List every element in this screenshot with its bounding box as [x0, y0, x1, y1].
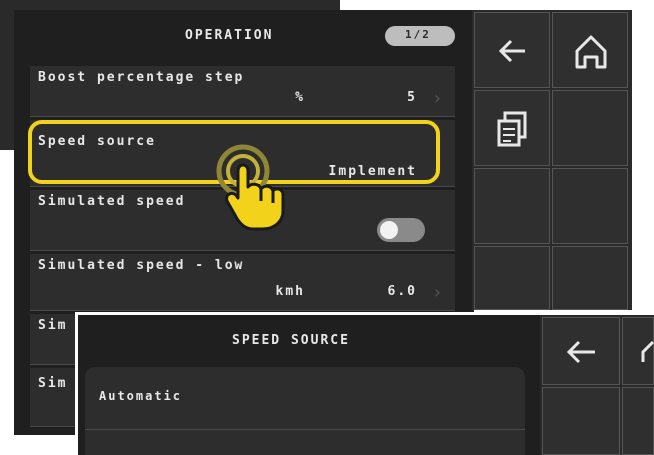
- front-back-button[interactable]: [542, 317, 620, 385]
- nav-empty-3[interactable]: [552, 168, 628, 244]
- background-screen-left: [0, 0, 14, 150]
- simulated-speed-toggle[interactable]: [377, 218, 425, 242]
- back-button[interactable]: [474, 12, 550, 88]
- nav-empty-2[interactable]: [474, 168, 550, 244]
- nav-empty-5[interactable]: [552, 246, 628, 310]
- arrow-left-icon: [498, 39, 525, 63]
- nav-empty-1[interactable]: [552, 90, 628, 166]
- page-badge: 1/2: [385, 26, 455, 46]
- nav-empty-4[interactable]: [474, 246, 550, 310]
- row-simulated-speed-low[interactable]: Simulated speed - low kmh 6.0 ›: [30, 254, 455, 311]
- copy-button[interactable]: [474, 90, 550, 166]
- row-boost-percentage-step[interactable]: Boost percentage step % 5 ›: [30, 66, 455, 117]
- home-icon: [641, 340, 654, 362]
- speed-source-title: SPEED SOURCE: [232, 333, 350, 348]
- copy-icon: [497, 111, 527, 147]
- home-icon: [575, 35, 607, 69]
- chevron-right-icon: ›: [433, 88, 441, 109]
- tap-hand-icon: [216, 144, 285, 231]
- front-nav-empty-2[interactable]: [622, 387, 654, 455]
- toggle-knob: [380, 221, 398, 239]
- front-home-button[interactable]: [622, 317, 654, 385]
- chevron-right-icon: ›: [433, 282, 441, 303]
- option-automatic[interactable]: Automatic: [85, 367, 525, 430]
- arrow-left-icon: [566, 340, 595, 364]
- home-button[interactable]: [552, 12, 628, 88]
- page-title: OPERATION: [185, 28, 274, 43]
- front-nav-empty-1[interactable]: [542, 387, 620, 455]
